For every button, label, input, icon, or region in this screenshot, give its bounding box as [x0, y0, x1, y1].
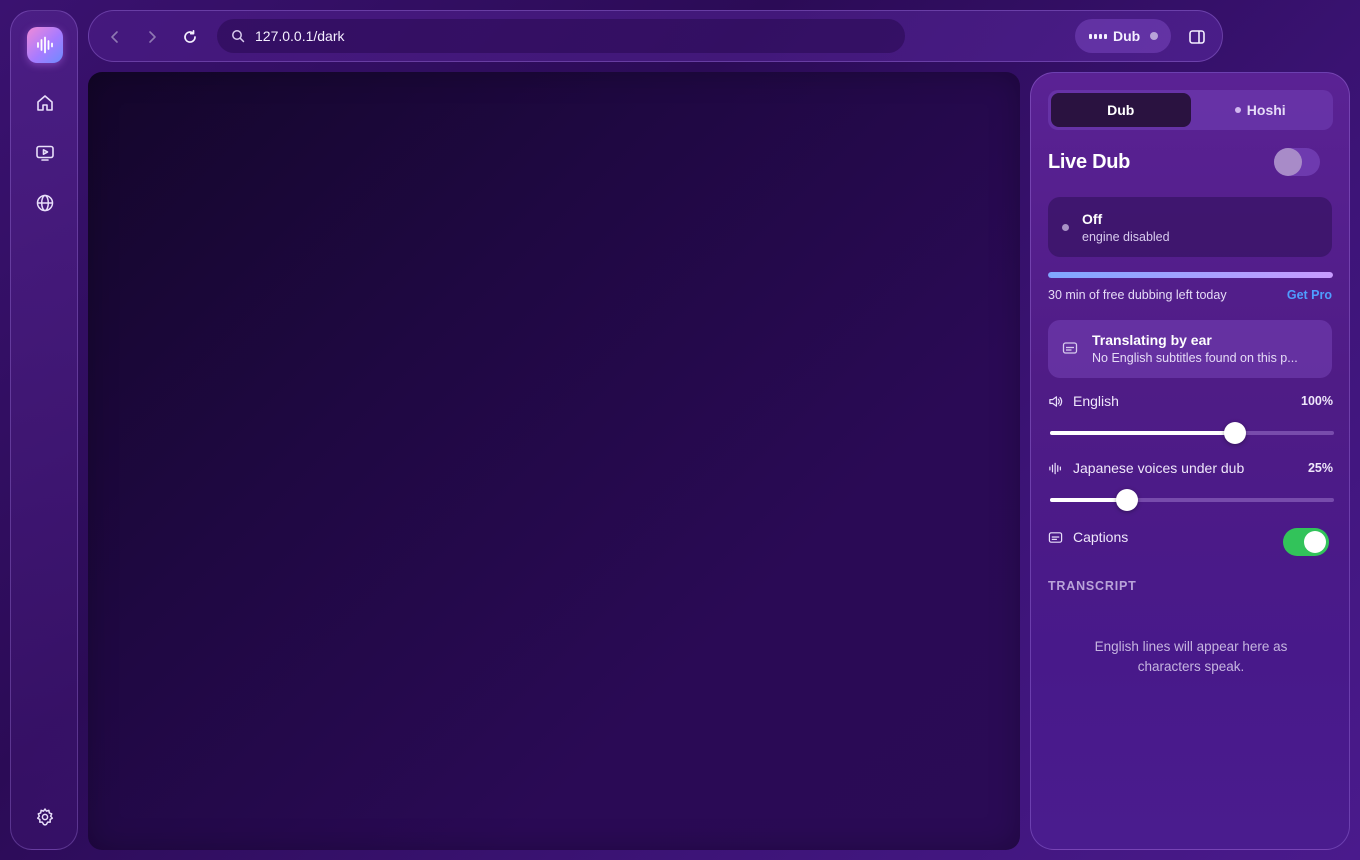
hoshi-dot-icon	[1234, 107, 1241, 113]
app-logo[interactable]	[27, 27, 63, 63]
live-dub-title: Live Dub	[1048, 151, 1131, 173]
reload-icon	[184, 29, 196, 43]
japanese-volume-slider[interactable]	[1050, 489, 1334, 511]
forward-button[interactable]	[140, 25, 164, 49]
address-bar[interactable]	[217, 19, 905, 53]
logo-waveform-icon	[37, 36, 53, 54]
subtitles-icon	[1062, 342, 1078, 354]
left-rail	[10, 10, 78, 850]
subtitles-icon	[1048, 531, 1063, 543]
japanese-volume-label: Japanese voices under dub	[1073, 460, 1245, 476]
nav-globe-button[interactable]	[33, 191, 57, 215]
status-dot	[1062, 224, 1069, 231]
dub-extension-button[interactable]: Dub	[1075, 19, 1171, 53]
english-volume-label: English	[1073, 393, 1119, 409]
info-subtitle: No English subtitles found on this p...	[1092, 351, 1298, 365]
back-arrow-icon	[111, 31, 118, 43]
sidebar-toggle-button[interactable]	[1185, 25, 1209, 49]
dub-status-dot	[1150, 32, 1159, 40]
settings-gear-icon	[36, 808, 54, 826]
slider-fill	[1050, 431, 1235, 435]
engine-status-card: Off engine disabled	[1048, 197, 1332, 257]
english-volume-row: English 100%	[1048, 393, 1334, 444]
get-pro-link[interactable]: Get Pro	[1287, 288, 1332, 302]
tv-play-icon	[36, 145, 54, 161]
url-input[interactable]	[255, 28, 855, 44]
toggle-knob	[1304, 531, 1326, 553]
sidebar-toggle-icon	[1189, 30, 1205, 44]
tab-dub-label: Dub	[1107, 102, 1135, 118]
nav-settings-button[interactable]	[33, 805, 57, 829]
quota-progress-bar	[1048, 272, 1333, 278]
captions-toggle[interactable]	[1283, 528, 1329, 556]
dub-pill-label: Dub	[1113, 28, 1141, 44]
quota-text: 30 min of free dubbing left today	[1048, 288, 1227, 302]
dub-side-panel: Dub Hoshi Live Dub Off engine disabled 3…	[1030, 72, 1350, 850]
captions-label: Captions	[1073, 529, 1129, 545]
status-subtitle: engine disabled	[1082, 230, 1170, 244]
status-title: Off	[1082, 211, 1103, 227]
japanese-volume-row: Japanese voices under dub 25%	[1048, 460, 1334, 511]
waveform-icon	[1049, 462, 1061, 474]
english-volume-slider[interactable]	[1050, 422, 1334, 444]
nav-video-button[interactable]	[33, 141, 57, 165]
slider-thumb[interactable]	[1115, 489, 1138, 511]
globe-icon	[36, 194, 54, 212]
slider-thumb[interactable]	[1223, 422, 1246, 444]
toggle-knob	[1274, 148, 1302, 176]
transcript-empty-text: English lines will appear here as charac…	[1094, 639, 1288, 674]
transcript-heading: TRANSCRIPT	[1048, 579, 1137, 593]
home-icon	[37, 95, 53, 111]
waveform-icon	[1089, 33, 1107, 39]
back-button[interactable]	[103, 25, 127, 49]
nav-home-button[interactable]	[33, 91, 57, 115]
live-dub-toggle[interactable]	[1274, 148, 1320, 176]
panel-tabs: Dub Hoshi	[1048, 90, 1333, 130]
info-title: Translating by ear	[1092, 332, 1212, 348]
browser-toolbar: Dub	[88, 10, 1223, 62]
quota-progress-fill	[1048, 272, 1333, 278]
search-icon	[232, 30, 245, 43]
tab-hoshi-label: Hoshi	[1246, 102, 1286, 118]
japanese-volume-value: 25%	[1307, 461, 1333, 475]
tab-dub[interactable]: Dub	[1051, 93, 1191, 127]
page-viewport[interactable]	[88, 72, 1020, 850]
english-volume-value: 100%	[1301, 394, 1333, 408]
forward-arrow-icon	[149, 31, 156, 43]
speaker-icon	[1049, 395, 1063, 407]
reload-button[interactable]	[178, 25, 202, 49]
tab-hoshi[interactable]: Hoshi	[1191, 93, 1331, 127]
translating-info-card: Translating by ear No English subtitles …	[1048, 320, 1332, 378]
